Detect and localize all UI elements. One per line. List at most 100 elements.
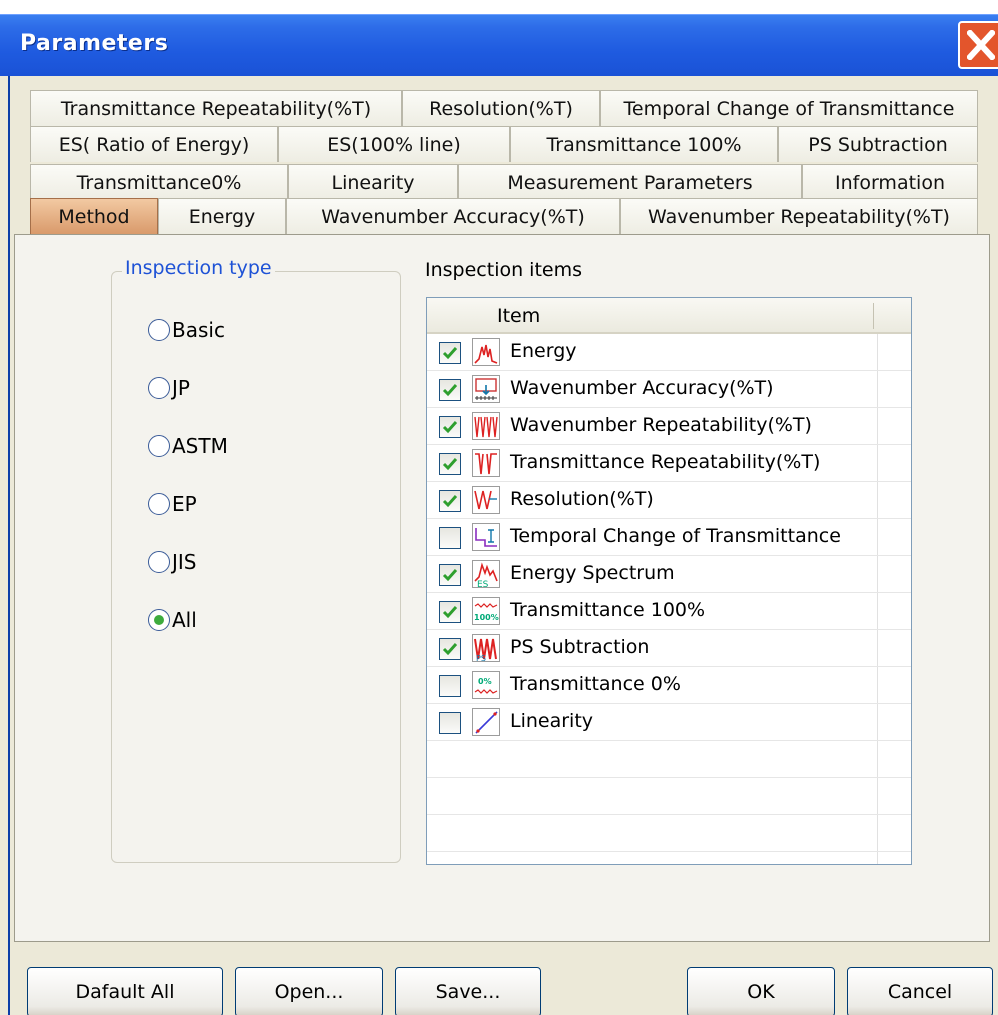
checkbox-checked[interactable] (439, 453, 461, 475)
window-frame-left (8, 76, 10, 1015)
temporal-change-icon (472, 523, 500, 551)
inspection-items-list[interactable]: Item Energy Wavenumber Accuracy(%T) Wavenu… (426, 297, 912, 865)
list-item[interactable]: Temporal Change of Transmittance (427, 519, 911, 556)
tab-energy[interactable]: Energy (158, 198, 286, 234)
transmittance-100-icon: 100% (472, 597, 500, 625)
list-item[interactable]: Wavenumber Repeatability(%T) (427, 408, 911, 445)
tab-row-4: Method Energy Wavenumber Accuracy(%T) Wa… (30, 198, 978, 234)
default-all-button[interactable]: Dafault All (27, 967, 223, 1015)
list-item[interactable]: Wavenumber Accuracy(%T) (427, 371, 911, 408)
column-header-item[interactable]: Item (497, 305, 540, 327)
energy-spectrum-icon: ES (472, 560, 500, 590)
checkmark-icon (442, 643, 458, 656)
radio-label: All (172, 608, 197, 632)
radio-circle (148, 435, 170, 457)
radio-label: Basic (172, 318, 225, 342)
open-button[interactable]: Open... (235, 967, 383, 1015)
column-separator (873, 303, 874, 329)
list-item[interactable]: 0% Transmittance 0% (427, 667, 911, 704)
radio-circle (148, 319, 170, 341)
list-item[interactable]: ES Energy Spectrum (427, 556, 911, 593)
radio-circle (148, 493, 170, 515)
checkbox-checked[interactable] (439, 601, 461, 623)
list-item[interactable]: Energy (427, 334, 911, 371)
energy-icon (472, 338, 500, 366)
tab-transmittance-100[interactable]: Transmittance 100% (510, 126, 778, 162)
inspection-items-label: Inspection items (425, 259, 583, 281)
ps-subtraction-icon: PS (472, 634, 500, 663)
transmittance-repeatability-icon (472, 449, 500, 477)
cancel-button[interactable]: Cancel (847, 967, 993, 1015)
svg-text:0%: 0% (478, 677, 492, 686)
tab-wavenumber-repeatability[interactable]: Wavenumber Repeatability(%T) (620, 198, 978, 234)
radio-ep[interactable]: EP (148, 492, 197, 516)
list-item-label: Wavenumber Accuracy(%T) (510, 377, 774, 399)
checkbox-unchecked[interactable] (439, 712, 461, 734)
tab-information[interactable]: Information (802, 164, 978, 200)
list-header: Item (427, 298, 911, 334)
checkbox-unchecked[interactable] (439, 675, 461, 697)
inspection-type-label: Inspection type (122, 257, 275, 279)
tab-temporal-change[interactable]: Temporal Change of Transmittance (600, 90, 978, 126)
tab-es-100-line[interactable]: ES(100% line) (278, 126, 510, 162)
checkmark-icon (442, 569, 458, 582)
radio-circle (148, 377, 170, 399)
close-icon (967, 30, 995, 60)
close-button[interactable] (958, 21, 998, 69)
save-button[interactable]: Save... (395, 967, 541, 1015)
tab-row-2: ES( Ratio of Energy) ES(100% line) Trans… (30, 126, 978, 162)
list-item (427, 778, 911, 815)
radio-astm[interactable]: ASTM (148, 434, 228, 458)
list-item (427, 852, 911, 864)
tab-wavenumber-accuracy[interactable]: Wavenumber Accuracy(%T) (286, 198, 620, 234)
tab-es-ratio-of-energy[interactable]: ES( Ratio of Energy) (30, 126, 278, 162)
list-item-label: Wavenumber Repeatability(%T) (510, 414, 812, 436)
ok-button[interactable]: OK (687, 967, 835, 1015)
checkbox-checked[interactable] (439, 564, 461, 586)
tab-transmittance-repeatability[interactable]: Transmittance Repeatability(%T) (30, 90, 402, 126)
tab-transmittance-0[interactable]: Transmittance0% (30, 164, 288, 200)
list-item[interactable]: Linearity (427, 704, 911, 741)
list-item[interactable]: PS PS Subtraction (427, 630, 911, 667)
checkmark-icon (442, 421, 458, 434)
checkbox-checked[interactable] (439, 638, 461, 660)
list-item-label: Transmittance 0% (510, 673, 681, 695)
list-item-label: Linearity (510, 710, 594, 732)
tab-ps-subtraction[interactable]: PS Subtraction (778, 126, 978, 162)
radio-jis[interactable]: JIS (148, 550, 197, 574)
checkmark-icon (442, 495, 458, 508)
list-item[interactable]: 100% Transmittance 100% (427, 593, 911, 630)
tab-resolution[interactable]: Resolution(%T) (402, 90, 600, 126)
radio-label: ASTM (172, 434, 228, 458)
radio-jp[interactable]: JP (148, 376, 190, 400)
tab-row-1: Transmittance Repeatability(%T) Resoluti… (30, 90, 978, 126)
radio-label: JP (172, 376, 190, 400)
parameters-dialog: Transmittance Repeatability(%T) Resoluti… (0, 76, 998, 1015)
window-title: Parameters (20, 31, 169, 56)
svg-text:100%: 100% (474, 613, 499, 622)
list-item-label: Temporal Change of Transmittance (510, 525, 841, 547)
checkbox-unchecked[interactable] (439, 527, 461, 549)
checkmark-icon (442, 458, 458, 471)
list-item (427, 741, 911, 778)
radio-all[interactable]: All (148, 608, 197, 632)
checkbox-checked[interactable] (439, 416, 461, 438)
svg-text:ES: ES (477, 580, 489, 587)
checkbox-checked[interactable] (439, 490, 461, 512)
tab-method[interactable]: Method (30, 198, 158, 234)
radio-basic[interactable]: Basic (148, 318, 225, 342)
list-item[interactable]: Transmittance Repeatability(%T) (427, 445, 911, 482)
resolution-icon (472, 486, 500, 514)
list-item[interactable]: Resolution(%T) (427, 482, 911, 519)
method-panel: Inspection type Basic JP ASTM EP JIS All… (14, 234, 990, 942)
inspection-type-group: Inspection type Basic JP ASTM EP JIS All (111, 257, 401, 863)
wavenumber-accuracy-icon (472, 375, 500, 403)
list-item-label: Energy (510, 340, 577, 362)
tab-measurement-parameters[interactable]: Measurement Parameters (458, 164, 802, 200)
tab-linearity[interactable]: Linearity (288, 164, 458, 200)
transmittance-0-icon: 0% (472, 671, 500, 699)
checkmark-icon (442, 384, 458, 397)
title-bar: Parameters (0, 14, 998, 76)
checkbox-checked[interactable] (439, 342, 461, 364)
checkbox-checked[interactable] (439, 379, 461, 401)
